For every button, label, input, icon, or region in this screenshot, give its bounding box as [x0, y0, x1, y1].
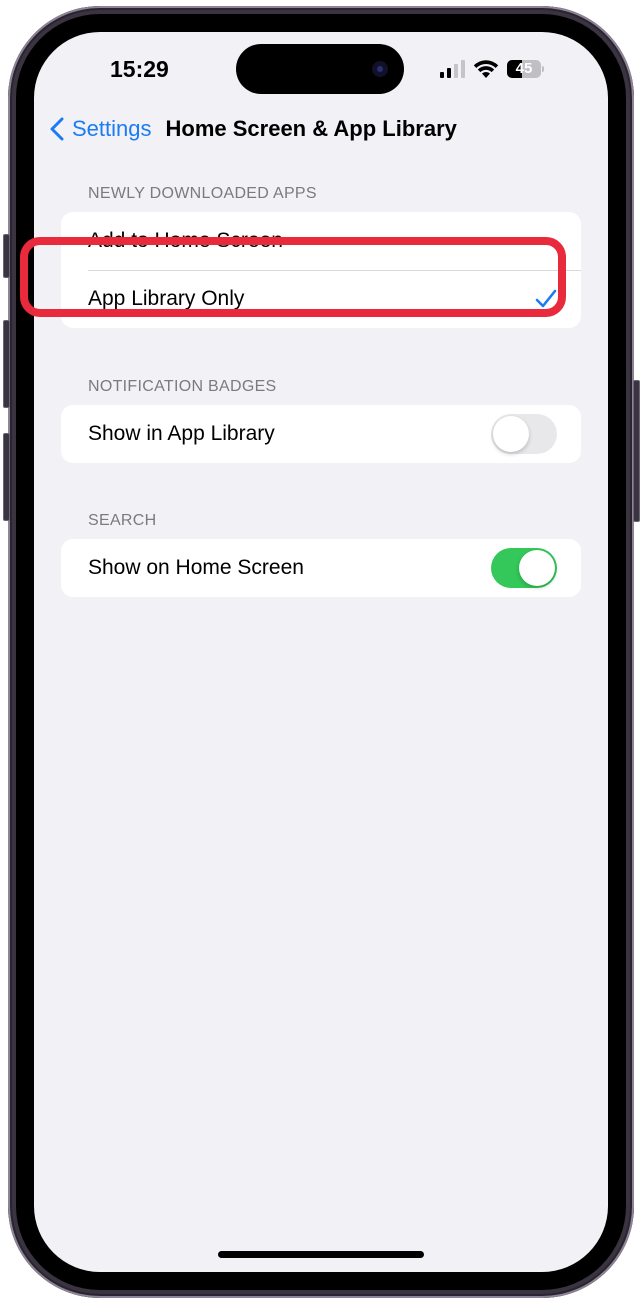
cellular-signal-icon: [440, 59, 465, 78]
row-label: Show on Home Screen: [88, 556, 304, 579]
dynamic-island: [236, 44, 404, 94]
section-header-notification-badges: NOTIFICATION BADGES: [88, 378, 277, 395]
status-icons: 45: [440, 59, 544, 78]
camera-icon: [372, 61, 388, 77]
battery-nub: [542, 65, 544, 72]
newly-downloaded-group: Add to Home Screen App Library Only: [61, 212, 581, 328]
option-label: App Library Only: [88, 287, 245, 310]
option-add-to-home-screen[interactable]: Add to Home Screen: [61, 212, 581, 270]
volume-up-button: [3, 320, 10, 408]
row-show-in-app-library: Show in App Library: [61, 405, 581, 463]
page-title: Home Screen & App Library: [165, 116, 457, 141]
option-label: Add to Home Screen: [88, 229, 283, 252]
home-indicator[interactable]: [218, 1251, 424, 1258]
side-button: [633, 380, 640, 522]
chevron-left-icon: [50, 117, 64, 141]
row-show-on-home-screen: Show on Home Screen: [61, 539, 581, 597]
section-header-newly-downloaded: NEWLY DOWNLOADED APPS: [88, 185, 317, 202]
wifi-icon: [473, 60, 499, 78]
notification-badges-group: Show in App Library: [61, 405, 581, 463]
search-group: Show on Home Screen: [61, 539, 581, 597]
action-button: [3, 234, 10, 278]
back-button[interactable]: Settings: [50, 116, 152, 142]
volume-down-button: [3, 433, 10, 521]
back-label: Settings: [72, 116, 152, 141]
show-in-app-library-toggle[interactable]: [491, 414, 557, 454]
toggle-knob: [493, 416, 529, 452]
battery-icon: 45: [507, 59, 541, 78]
screen: 15:29 45 Settings Home Screen & App Libr…: [34, 32, 608, 1272]
option-app-library-only[interactable]: App Library Only: [61, 270, 581, 328]
battery-level: 45: [515, 59, 533, 77]
toggle-knob: [519, 550, 555, 586]
row-label: Show in App Library: [88, 422, 275, 445]
status-time: 15:29: [110, 56, 169, 82]
section-header-search: SEARCH: [88, 512, 157, 529]
navigation-bar: Settings Home Screen & App Library: [50, 116, 457, 142]
checkmark-icon: [535, 289, 557, 308]
show-on-home-screen-toggle[interactable]: [491, 548, 557, 588]
